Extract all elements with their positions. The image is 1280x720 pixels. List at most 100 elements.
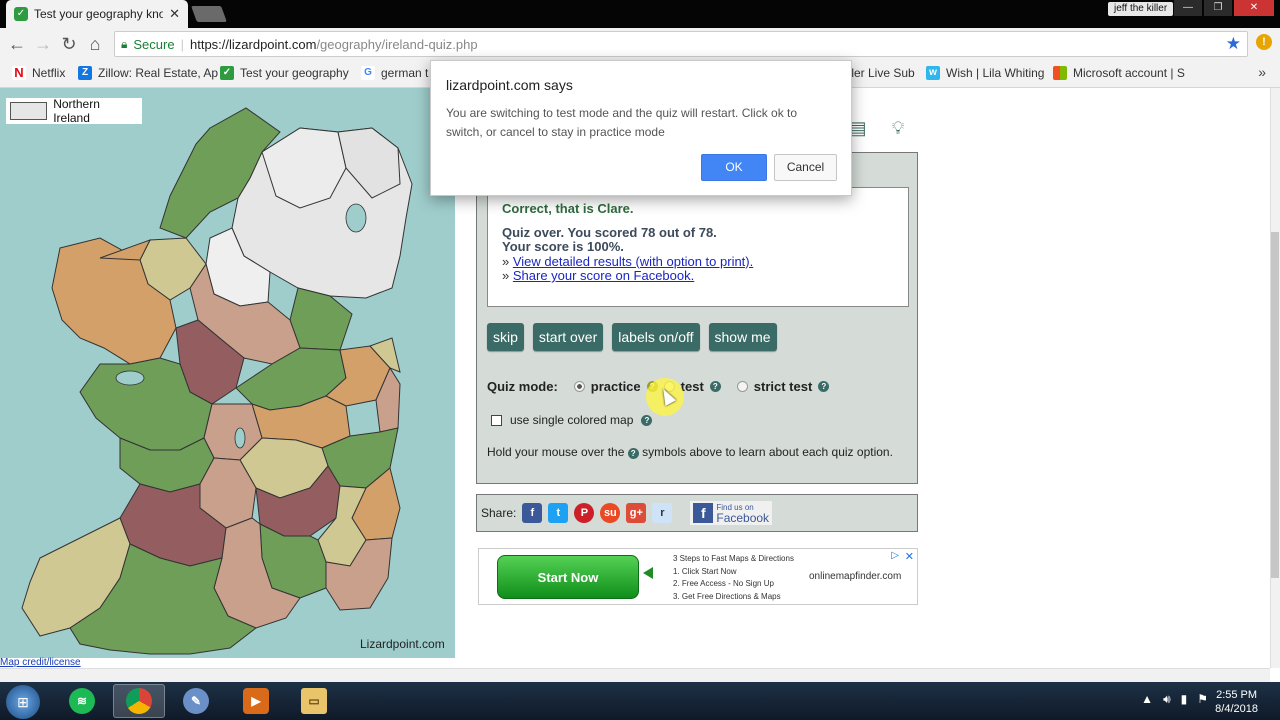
taskbar-spotify[interactable]: ≋ — [56, 684, 108, 718]
notification-icon[interactable]: ⚑ — [1197, 692, 1208, 707]
minimize-button[interactable]: — — [1174, 0, 1202, 16]
maximize-button[interactable]: ❐ — [1204, 0, 1232, 16]
new-tab-button[interactable] — [191, 6, 227, 22]
find-us-facebook[interactable]: f Find us on Facebook — [690, 501, 773, 525]
lough-corrib — [115, 370, 145, 386]
taskbar-clock[interactable]: 2:55 PM 8/4/2018 — [1215, 688, 1258, 716]
practice-radio[interactable] — [573, 381, 585, 392]
back-icon[interactable]: ← — [4, 34, 30, 55]
map-credit-link[interactable]: Map credit/license — [0, 657, 81, 668]
detailed-results-link[interactable]: View detailed results (with option to pr… — [513, 254, 753, 269]
share-bar: Share: f t P su g+ r f Find us on Facebo… — [476, 494, 918, 532]
scrollbar-thumb[interactable] — [1271, 232, 1279, 578]
strict-help-icon[interactable]: ? — [818, 381, 830, 392]
ad-step: 3 Steps to Fast Maps & Directions — [673, 554, 794, 563]
profile-name[interactable]: jeff the killer — [1108, 2, 1174, 16]
share-facebook-link[interactable]: Share your score on Facebook. — [513, 268, 694, 283]
legend-swatch — [10, 102, 48, 120]
single-color-help-icon[interactable]: ? — [641, 414, 653, 426]
media-icon: ▶ — [243, 688, 269, 714]
practice-label[interactable]: practice — [591, 379, 641, 394]
tab-close-icon[interactable]: ✕ — [169, 6, 180, 22]
ad-step: 2. Free Access - No Sign Up — [673, 579, 774, 588]
lizardpoint-icon: ✓ — [220, 66, 234, 80]
labels-toggle-button[interactable]: labels on/off — [612, 323, 700, 351]
system-tray: ▲ 🔊︎ ▮ ⚑ — [1141, 692, 1208, 707]
start-over-button[interactable]: start over — [532, 323, 604, 351]
skip-button[interactable]: skip — [487, 323, 524, 351]
test-help-icon[interactable]: ? — [709, 381, 721, 392]
ad-close-icon[interactable]: ✕ — [905, 550, 914, 563]
score-line-1: Quiz over. You scored 78 out of 78. — [502, 224, 717, 240]
quiz-buttons: skip start over labels on/off show me — [487, 323, 777, 351]
taskbar-chrome[interactable] — [113, 684, 165, 718]
taskbar-media[interactable]: ▶ — [230, 684, 282, 718]
dialog-cancel-button[interactable]: Cancel — [774, 154, 837, 181]
lough-neagh — [345, 203, 367, 233]
bookmark-star-icon[interactable]: ★ — [1226, 34, 1241, 54]
share-link-row: » Share your score on Facebook. — [502, 268, 894, 284]
quiz-panel: Correct, that is Clare. Quiz over. You s… — [476, 152, 918, 484]
bookmark-microsoft[interactable]: Microsoft account | S — [1053, 66, 1185, 80]
address-separator: | — [180, 36, 184, 52]
adchoices-icon[interactable]: ▷ — [891, 550, 899, 561]
close-window-button[interactable]: ✕ — [1234, 0, 1274, 16]
spotify-icon: ≋ — [69, 688, 95, 714]
show-me-button[interactable]: show me — [708, 323, 777, 351]
test-label[interactable]: test — [681, 379, 704, 394]
bookmark-label: german t — [381, 66, 429, 80]
horizontal-scrollbar[interactable] — [0, 668, 1270, 682]
browser-tab[interactable]: ✓ Test your geography kno ✕ — [6, 0, 188, 28]
bookmark-wish[interactable]: w Wish | Lila Whiting — [926, 66, 1044, 80]
ad-steps: 3 Steps to Fast Maps & Directions 1. Cli… — [673, 553, 794, 603]
paint-icon: ✎ — [183, 688, 209, 714]
tab-title: Test your geography kno — [34, 7, 164, 21]
ad-start-now-button[interactable]: Start Now — [497, 555, 639, 599]
dialog-message: You are switching to test mode and the q… — [446, 106, 798, 139]
pinterest-icon[interactable]: P — [574, 503, 595, 523]
window-controls: — ❐ ✕ — [1174, 0, 1274, 16]
single-color-row: use single colored map ? — [491, 413, 653, 427]
stumbleupon-icon[interactable]: su — [600, 503, 621, 523]
googleplus-icon[interactable]: g+ — [626, 503, 647, 523]
twitter-icon[interactable]: t — [548, 503, 569, 523]
dialog-title: lizardpoint.com says — [446, 77, 573, 93]
strict-test-label[interactable]: strict test — [754, 379, 813, 394]
tray-expand-icon[interactable]: ▲ — [1141, 692, 1153, 707]
reload-icon[interactable]: ↻ — [56, 34, 82, 55]
home-icon[interactable]: ⌂ — [82, 34, 108, 55]
bookmark-label: Microsoft account | S — [1073, 66, 1185, 80]
single-color-label[interactable]: use single colored map — [510, 413, 633, 427]
warning-icon[interactable]: ! — [1256, 34, 1272, 50]
bookmark-zillow[interactable]: Z Zillow: Real Estate, Ap — [78, 66, 218, 80]
address-bar[interactable]: 🔒︎ Secure | https://lizardpoint.com /geo… — [114, 31, 1248, 57]
volume-icon[interactable]: 🔊︎ — [1163, 692, 1171, 707]
advertisement[interactable]: Start Now 3 Steps to Fast Maps & Directi… — [478, 548, 918, 605]
microsoft-icon — [1053, 66, 1067, 80]
facebook-icon[interactable]: f — [522, 503, 543, 523]
windows-taskbar: ⊞ ≋ ✎ ▶ ▭ ▲ 🔊︎ ▮ ⚑ 2:55 PM 8/4/2018 — [0, 682, 1280, 720]
alert-dialog: lizardpoint.com says You are switching t… — [430, 60, 852, 196]
network-icon[interactable]: ▮ — [1181, 692, 1188, 707]
bookmark-live-sub[interactable]: iller Live Sub — [846, 66, 915, 80]
strict-test-radio[interactable] — [736, 381, 748, 392]
reddit-icon[interactable]: r — [652, 503, 673, 523]
taskbar-paint[interactable]: ✎ — [170, 684, 222, 718]
help-symbol-icon: ? — [627, 448, 639, 459]
start-button[interactable]: ⊞ — [6, 685, 40, 719]
single-color-checkbox[interactable] — [491, 414, 502, 426]
bookmark-test-geography[interactable]: ✓ Test your geography — [220, 66, 349, 80]
forward-icon[interactable]: → — [30, 34, 56, 55]
facebook-logo-icon: f — [693, 503, 714, 523]
ireland-map[interactable]: Northern Ireland Lizardpoint.com — [0, 88, 455, 658]
county-monaghan[interactable] — [289, 287, 353, 351]
lightbulb-icon[interactable]: 💡︎ — [888, 118, 908, 140]
taskbar-explorer[interactable]: ▭ — [288, 684, 340, 718]
bookmark-german[interactable]: G german t — [361, 66, 428, 80]
dialog-ok-button[interactable]: OK — [701, 154, 767, 181]
more-bookmarks-icon[interactable]: » — [1258, 64, 1266, 80]
bookmark-label: Wish | Lila Whiting — [946, 66, 1045, 80]
bookmark-netflix[interactable]: N Netflix — [12, 66, 65, 80]
bullet: » — [502, 268, 510, 283]
ireland-counties-svg[interactable] — [0, 88, 455, 658]
